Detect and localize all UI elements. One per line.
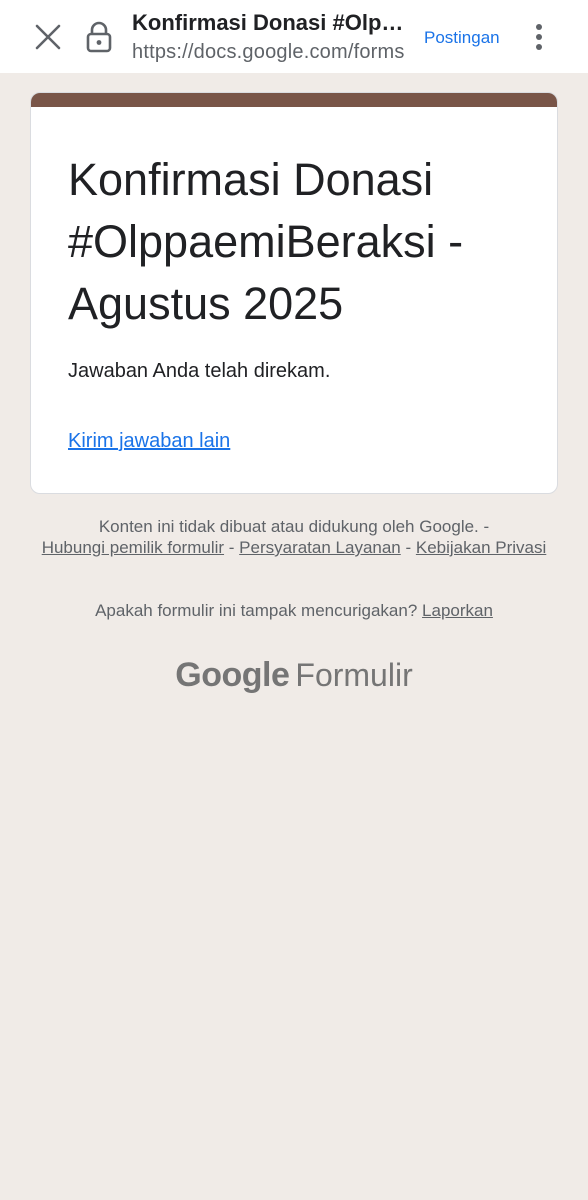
more-vert-icon	[536, 24, 542, 50]
lock-icon[interactable]	[84, 20, 114, 54]
url-text: https://docs.google.com/forms	[132, 41, 405, 63]
report-question: Apakah formulir ini tampak mencurigakan?	[95, 601, 418, 620]
brand-product: Formulir	[295, 657, 413, 693]
postingan-button[interactable]: Postingan	[424, 24, 500, 52]
form-title: Konfirmasi Donasi #OlppaemiBeraksi - Agu…	[68, 154, 464, 329]
separator: -	[478, 517, 490, 536]
separator: -	[400, 538, 416, 557]
address-block[interactable]: Konfirmasi Donasi #Olppaemi… https://doc…	[132, 8, 412, 66]
google-forms-logo[interactable]: Google Formulir	[0, 652, 588, 705]
submit-another-response-link[interactable]: Kirim jawaban lain	[68, 427, 230, 455]
close-button[interactable]	[26, 15, 70, 59]
browser-top-bar: Konfirmasi Donasi #Olppaemi… https://doc…	[0, 0, 588, 73]
brand-google: Google	[175, 656, 290, 694]
card-accent-strip	[31, 93, 557, 107]
separator: -	[224, 538, 240, 557]
report-link[interactable]: Laporkan	[422, 601, 493, 620]
footer-disclaimer: Konten ini tidak dibuat atau didukung ol…	[30, 516, 558, 558]
privacy-link[interactable]: Kebijakan Privasi	[416, 538, 546, 557]
close-icon	[35, 24, 61, 50]
more-options-button[interactable]	[522, 18, 556, 56]
page-title: Konfirmasi Donasi #Olppaemi…	[132, 10, 404, 35]
terms-link[interactable]: Persyaratan Layanan	[239, 538, 401, 557]
contact-owner-link[interactable]: Hubungi pemilik formulir	[42, 538, 224, 557]
confirmation-card: Konfirmasi Donasi #OlppaemiBeraksi - Agu…	[30, 92, 558, 494]
report-line: Apakah formulir ini tampak mencurigakan?…	[30, 600, 558, 622]
response-message: Jawaban Anda telah direkam.	[68, 360, 331, 382]
disclaimer-text: Konten ini tidak dibuat atau didukung ol…	[98, 517, 479, 536]
